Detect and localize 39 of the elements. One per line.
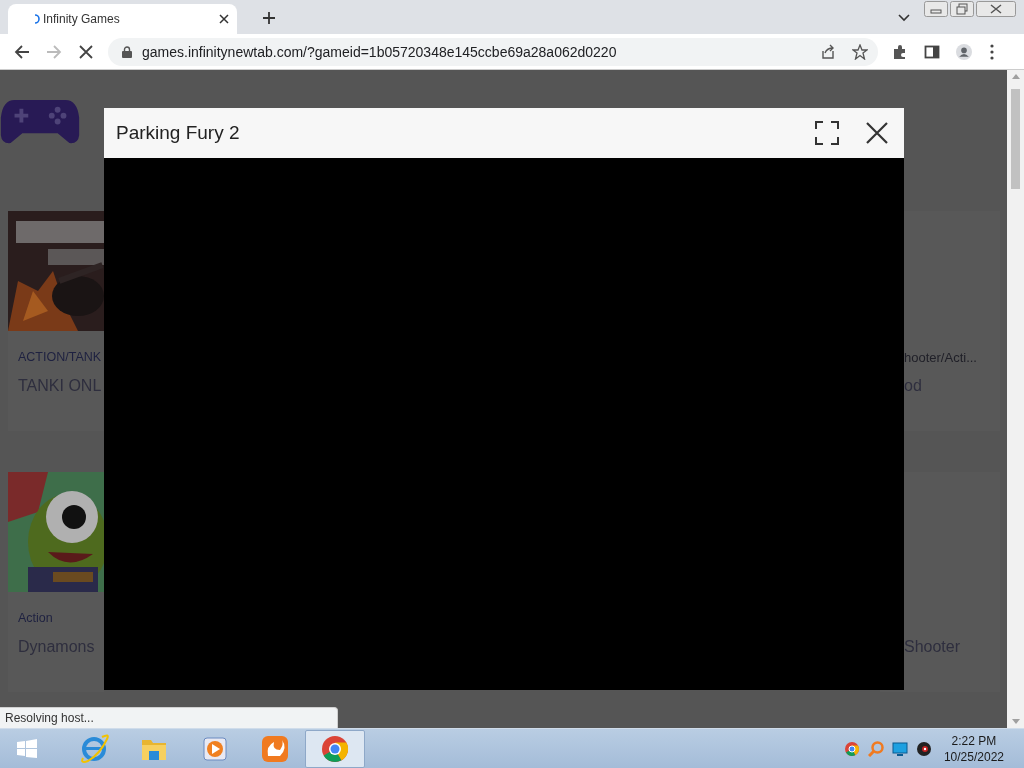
back-icon[interactable] bbox=[14, 43, 30, 60]
clock-date[interactable]: 10/25/2022 bbox=[943, 748, 1004, 765]
profile-icon[interactable] bbox=[956, 43, 972, 60]
chevron-down-icon[interactable] bbox=[898, 14, 910, 22]
side-panel-icon[interactable] bbox=[924, 43, 940, 60]
status-bubble: Resolving host... bbox=[0, 707, 338, 728]
address-bar[interactable]: games.infinitynewtab.com/?gameid=1b05720348e145ccbe69a28a062d0220 bbox=[108, 37, 878, 66]
tab-title: Infinity Games bbox=[43, 12, 121, 26]
monitor-icon[interactable] bbox=[891, 740, 908, 757]
lock-icon bbox=[122, 45, 132, 58]
game-category: Action bbox=[18, 611, 54, 626]
webcam-icon[interactable] bbox=[915, 740, 932, 757]
restore-icon[interactable] bbox=[950, 1, 974, 17]
scrollbar[interactable] bbox=[1007, 70, 1024, 728]
game-category: ACTION/TANK bbox=[18, 350, 103, 365]
dialog-title: Parking Fury 2 bbox=[116, 122, 241, 144]
close-icon[interactable] bbox=[865, 121, 889, 145]
scroll-up-icon[interactable] bbox=[1011, 74, 1020, 79]
start-button[interactable] bbox=[17, 738, 37, 759]
star-icon[interactable] bbox=[852, 43, 868, 60]
browser-e-icon bbox=[80, 733, 110, 764]
menu-icon[interactable] bbox=[990, 43, 994, 60]
url-text: games.infinitynewtab.com/?gameid=1b05720348e145ccbe69a28a062d0220 bbox=[142, 43, 617, 60]
stop-icon[interactable] bbox=[78, 43, 94, 60]
chrome-icon[interactable] bbox=[843, 740, 860, 757]
close-icon[interactable] bbox=[976, 1, 1016, 17]
clock-time[interactable]: 2:22 PM bbox=[951, 732, 997, 749]
scroll-down-icon[interactable] bbox=[1011, 719, 1020, 724]
minimize-icon[interactable] bbox=[924, 1, 948, 17]
close-icon[interactable] bbox=[219, 14, 229, 24]
taskbar-app[interactable] bbox=[305, 729, 365, 768]
chrome-icon bbox=[320, 733, 350, 764]
new-tab-icon[interactable] bbox=[263, 12, 275, 24]
puzzle-piece-icon[interactable] bbox=[892, 43, 908, 60]
browser-tab[interactable]: Infinity Games bbox=[8, 4, 237, 34]
fullscreen-icon[interactable] bbox=[815, 121, 839, 145]
game-category: hooter/Acti... bbox=[904, 350, 978, 365]
share-icon[interactable] bbox=[820, 43, 836, 60]
scroll-thumb[interactable] bbox=[1011, 89, 1020, 189]
